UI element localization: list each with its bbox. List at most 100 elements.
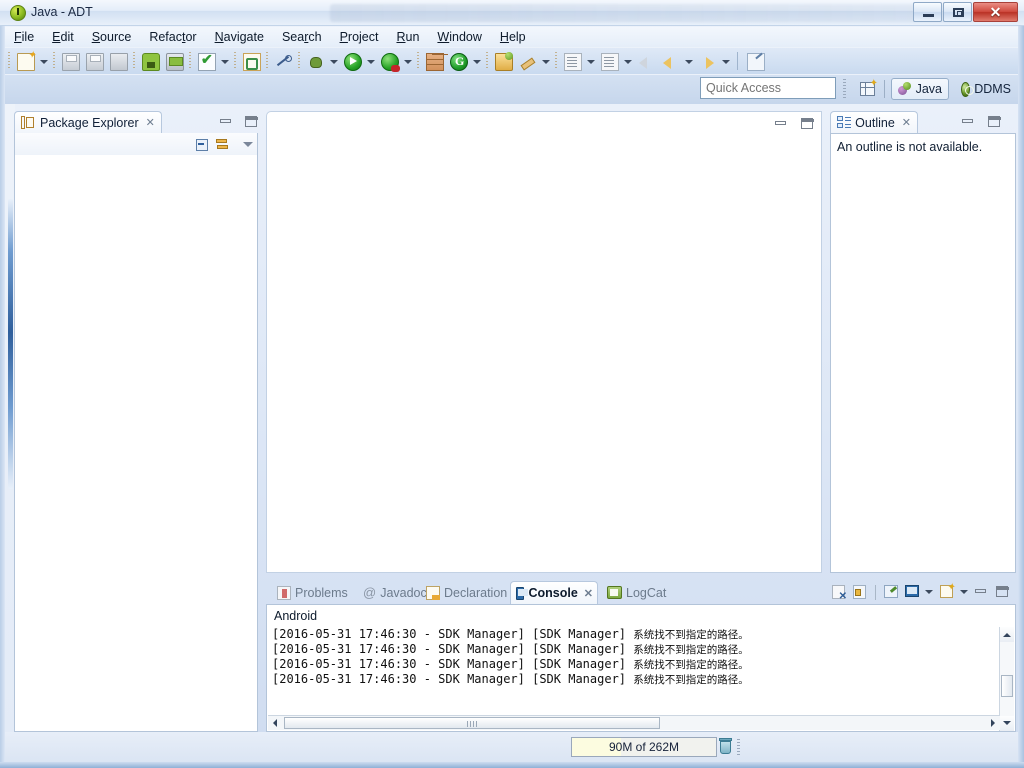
console-horizontal-scrollbar[interactable]: [268, 715, 1000, 730]
pin-console-button[interactable]: [882, 584, 900, 600]
scroll-right-arrow-icon[interactable]: [985, 716, 1000, 730]
android-virtual-device-manager-button[interactable]: [163, 50, 185, 72]
tab-package-explorer[interactable]: Package Explorer ✕: [14, 111, 162, 133]
build-all-button[interactable]: [195, 50, 217, 72]
open-type-button[interactable]: [492, 50, 514, 72]
scroll-left-arrow-icon[interactable]: [268, 716, 283, 730]
console-body[interactable]: Android [2016-05-31 17:46:30 - SDK Manag…: [266, 604, 1016, 732]
console-line-timestamp: [2016-05-31 17:46:30 - SDK Manager]: [272, 642, 525, 656]
ddms-perspective-icon: [961, 81, 975, 97]
menu-edit[interactable]: Edit: [43, 28, 83, 46]
menu-source[interactable]: Source: [83, 28, 141, 46]
print-button[interactable]: [107, 50, 129, 72]
perspective-java[interactable]: Java: [891, 78, 949, 100]
horizontal-scroll-thumb[interactable]: [284, 717, 660, 729]
collapse-all-button[interactable]: [193, 137, 209, 151]
console-maximize-button[interactable]: [994, 585, 1012, 599]
save-all-button[interactable]: [83, 50, 105, 72]
open-perspective-toolbar-button[interactable]: [744, 50, 766, 72]
outline-minimize-button[interactable]: [960, 115, 976, 129]
forward-history-dropdown[interactable]: [719, 50, 732, 72]
minimize-button[interactable]: [913, 2, 942, 22]
open-console-icon: ✦: [940, 582, 955, 598]
display-console-dropdown[interactable]: [924, 584, 935, 600]
menu-navigate[interactable]: Navigate: [206, 28, 273, 46]
scroll-up-arrow-icon[interactable]: [1000, 627, 1014, 642]
package-explorer-minimize-button[interactable]: [218, 115, 234, 129]
previous-annotation-button[interactable]: [598, 50, 620, 72]
menu-refactor[interactable]: Refactor: [140, 28, 205, 46]
open-task-button[interactable]: [516, 50, 538, 72]
tab-logcat[interactable]: LogCat: [602, 582, 671, 603]
build-dropdown[interactable]: [218, 50, 231, 72]
toolbar-drag-handle[interactable]: [843, 79, 846, 98]
menu-file[interactable]: File: [5, 28, 43, 46]
open-task-icon: [519, 53, 535, 69]
package-explorer-maximize-button[interactable]: [243, 115, 259, 129]
status-bar-drag-handle[interactable]: [737, 739, 740, 755]
scroll-lock-button[interactable]: [851, 584, 869, 600]
backward-history-button[interactable]: [659, 50, 681, 72]
run-button[interactable]: [341, 50, 363, 72]
run-garbage-collector-button[interactable]: [719, 738, 733, 755]
view-menu-button[interactable]: [241, 137, 257, 151]
new-gplus-button[interactable]: [447, 50, 469, 72]
toggle-mark-occurrences-button[interactable]: [272, 50, 294, 72]
menu-help[interactable]: Help: [491, 28, 535, 46]
package-explorer-body[interactable]: [14, 133, 258, 732]
vertical-scroll-thumb[interactable]: [1001, 675, 1013, 697]
close-button[interactable]: ✕: [973, 2, 1018, 22]
tab-console-close-icon[interactable]: ✕: [584, 587, 593, 600]
run-dropdown[interactable]: [364, 50, 377, 72]
run-last-tool-button[interactable]: [378, 50, 400, 72]
tab-problems[interactable]: Problems: [272, 582, 353, 603]
tab-outline-close-icon[interactable]: ✕: [902, 116, 911, 129]
backward-history-dropdown[interactable]: [682, 50, 695, 72]
back-button[interactable]: [635, 50, 657, 72]
outline-maximize-button[interactable]: [986, 115, 1002, 129]
tab-outline[interactable]: Outline ✕: [830, 111, 918, 133]
editor-area[interactable]: [266, 111, 822, 573]
scroll-down-arrow-icon[interactable]: [1000, 716, 1014, 731]
maximize-button[interactable]: [943, 2, 972, 22]
open-perspective-button[interactable]: ✦: [858, 79, 878, 99]
remove-all-terminated-button[interactable]: [830, 584, 848, 602]
open-task-dropdown[interactable]: [539, 50, 552, 72]
console-minimize-button[interactable]: [973, 585, 991, 599]
previous-annotation-dropdown[interactable]: [621, 50, 634, 72]
new-android-layout-button[interactable]: [423, 50, 445, 72]
run-last-tool-dropdown[interactable]: [401, 50, 414, 72]
forward-history-button[interactable]: [696, 50, 718, 72]
debug-dropdown[interactable]: [327, 50, 340, 72]
editor-maximize-button[interactable]: [799, 117, 815, 131]
menu-window[interactable]: Window: [428, 28, 490, 46]
tab-declaration[interactable]: Declaration: [421, 582, 512, 603]
outline-body[interactable]: An outline is not available.: [830, 133, 1016, 573]
save-button[interactable]: [59, 50, 81, 72]
new-wizard-dropdown[interactable]: [37, 50, 50, 72]
debug-button[interactable]: [304, 50, 326, 72]
minimize-icon: [975, 589, 986, 593]
perspective-ddms[interactable]: DDMS: [955, 78, 1017, 100]
open-console-button[interactable]: ✦: [938, 582, 956, 600]
console-line: [2016-05-31 17:46:30 - SDK Manager] [SDK…: [272, 627, 990, 642]
new-wizard-button[interactable]: ✦: [14, 50, 36, 72]
next-annotation-dropdown[interactable]: [584, 50, 597, 72]
link-with-editor-button[interactable]: [215, 137, 231, 151]
android-sdk-manager-button[interactable]: [139, 50, 161, 72]
menu-project[interactable]: Project: [331, 28, 388, 46]
new-java-class-button[interactable]: [240, 50, 262, 72]
open-console-dropdown[interactable]: [959, 584, 970, 600]
quick-access-input[interactable]: [700, 77, 836, 99]
next-annotation-button[interactable]: [561, 50, 583, 72]
tab-package-explorer-close-icon[interactable]: ✕: [146, 116, 155, 129]
heap-status-widget[interactable]: 90M of 262M: [571, 737, 717, 757]
display-selected-console-button[interactable]: [903, 584, 921, 600]
menu-search[interactable]: Search: [273, 28, 331, 46]
console-vertical-scrollbar[interactable]: [999, 627, 1014, 731]
new-gplus-dropdown[interactable]: [470, 50, 483, 72]
console-output[interactable]: [2016-05-31 17:46:30 - SDK Manager] [SDK…: [272, 627, 990, 703]
editor-minimize-button[interactable]: [773, 117, 789, 131]
tab-console[interactable]: Console ✕: [510, 581, 598, 604]
menu-run[interactable]: Run: [387, 28, 428, 46]
